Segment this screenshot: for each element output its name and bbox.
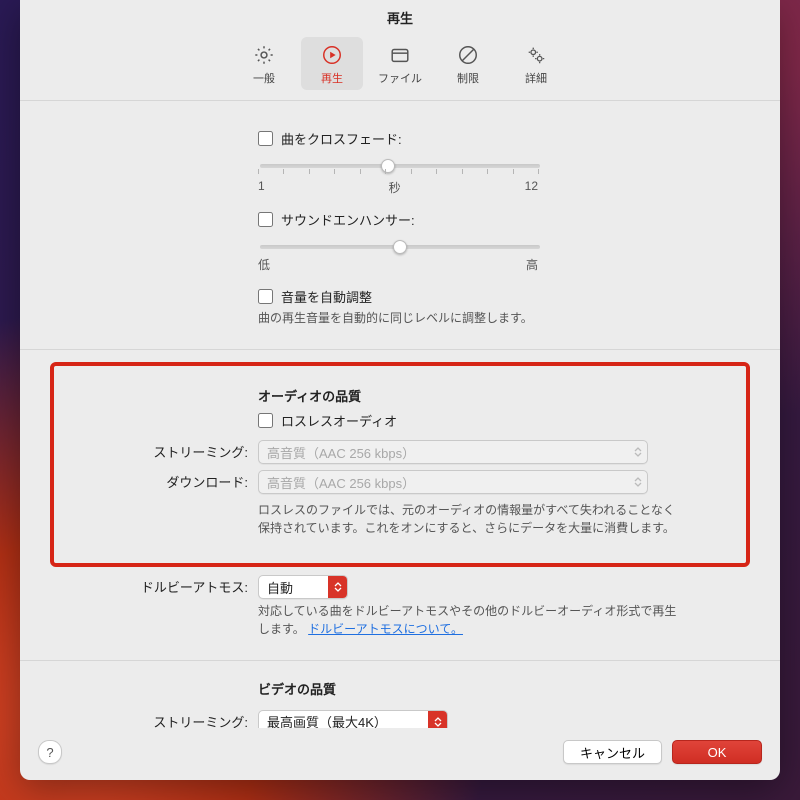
enhancer-slider[interactable] <box>260 245 540 249</box>
tab-label: ファイル <box>378 70 422 86</box>
dialog-footer: ? キャンセル OK <box>20 728 780 780</box>
preferences-content: 曲をクロスフェード: 1 秒 12 <box>20 101 780 728</box>
chevron-updown-icon <box>628 471 647 493</box>
tab-label: 一般 <box>253 70 275 86</box>
crossfade-label: 曲をクロスフェード: <box>281 129 402 148</box>
lossless-label: ロスレスオーディオ <box>281 411 397 430</box>
folder-icon <box>388 43 412 67</box>
divider <box>20 349 780 350</box>
chevron-updown-icon <box>428 711 447 728</box>
select-value: 高音質（AAC 256 kbps） <box>267 443 415 462</box>
tab-restrictions[interactable]: 制限 <box>437 37 499 90</box>
prohibit-icon <box>456 43 480 67</box>
scale-min: 1 <box>258 179 265 196</box>
tab-general[interactable]: 一般 <box>233 37 295 90</box>
scale-unit: 秒 <box>389 179 401 196</box>
tab-files[interactable]: ファイル <box>369 37 431 90</box>
audio-download-label: ダウンロード: <box>60 470 258 491</box>
gear-icon <box>252 43 276 67</box>
enhancer-scale-labels: 低 高 <box>258 256 538 273</box>
soundcheck-description: 曲の再生音量を自動的に同じレベルに調整します。 <box>258 310 740 327</box>
crossfade-slider[interactable] <box>260 164 540 168</box>
atmos-learn-more-link[interactable]: ドルビーアトモスについて。 <box>308 622 463 636</box>
preferences-toolbar: 一般 再生 ファイル <box>20 33 780 101</box>
tab-label: 再生 <box>321 70 343 86</box>
cancel-button[interactable]: キャンセル <box>563 740 662 764</box>
enhancer-checkbox-row: サウンドエンハンサー: <box>258 210 740 229</box>
help-glyph: ? <box>46 745 53 760</box>
window-title: 再生 <box>20 0 780 33</box>
audio-quality-highlight: オーディオの品質 ロスレスオーディオ ストリーミング: 高音質（AAC 256 … <box>50 362 750 567</box>
lossless-checkbox-row: ロスレスオーディオ <box>258 411 740 430</box>
select-value: 最高画質（最大4K） <box>267 712 387 728</box>
help-button[interactable]: ? <box>38 740 62 764</box>
tab-label: 詳細 <box>525 70 547 86</box>
enhancer-label: サウンドエンハンサー: <box>281 210 415 229</box>
soundcheck-label: 音量を自動調整 <box>281 287 372 306</box>
soundcheck-checkbox-row: 音量を自動調整 <box>258 287 740 306</box>
crossfade-scale-labels: 1 秒 12 <box>258 179 538 196</box>
select-value: 高音質（AAC 256 kbps） <box>267 473 415 492</box>
video-quality-heading: ビデオの品質 <box>258 679 740 698</box>
chevron-updown-icon <box>628 441 647 463</box>
scale-high: 高 <box>526 256 538 273</box>
audio-quality-heading: オーディオの品質 <box>258 386 740 405</box>
gears-icon <box>524 43 548 67</box>
chevron-updown-icon <box>328 576 347 598</box>
atmos-label: ドルビーアトモス: <box>60 575 258 596</box>
tab-advanced[interactable]: 詳細 <box>505 37 567 90</box>
audio-download-select[interactable]: 高音質（AAC 256 kbps） <box>258 470 648 494</box>
enhancer-checkbox[interactable] <box>258 212 273 227</box>
select-value: 自動 <box>267 578 293 597</box>
lossless-checkbox[interactable] <box>258 413 273 428</box>
lossless-description: ロスレスのファイルでは、元のオーディオの情報量がすべて失われることなく保持されて… <box>258 502 678 537</box>
preferences-window: 再生 一般 再生 <box>20 0 780 780</box>
crossfade-checkbox[interactable] <box>258 131 273 146</box>
video-streaming-label: ストリーミング: <box>60 710 258 728</box>
soundcheck-checkbox[interactable] <box>258 289 273 304</box>
slider-ticks <box>258 169 538 175</box>
atmos-description: 対応している曲をドルビーアトモスやその他のドルビーオーディオ形式で再生します。 … <box>258 603 688 638</box>
crossfade-checkbox-row: 曲をクロスフェード: <box>258 129 740 148</box>
scale-low: 低 <box>258 256 270 273</box>
scale-max: 12 <box>525 179 538 196</box>
tab-playback[interactable]: 再生 <box>301 37 363 90</box>
play-circle-icon <box>320 43 344 67</box>
audio-streaming-label: ストリーミング: <box>60 440 258 461</box>
ok-button[interactable]: OK <box>672 740 762 764</box>
audio-streaming-select[interactable]: 高音質（AAC 256 kbps） <box>258 440 648 464</box>
tab-label: 制限 <box>457 70 479 86</box>
divider <box>20 660 780 661</box>
atmos-select[interactable]: 自動 <box>258 575 348 599</box>
video-streaming-select[interactable]: 最高画質（最大4K） <box>258 710 448 728</box>
